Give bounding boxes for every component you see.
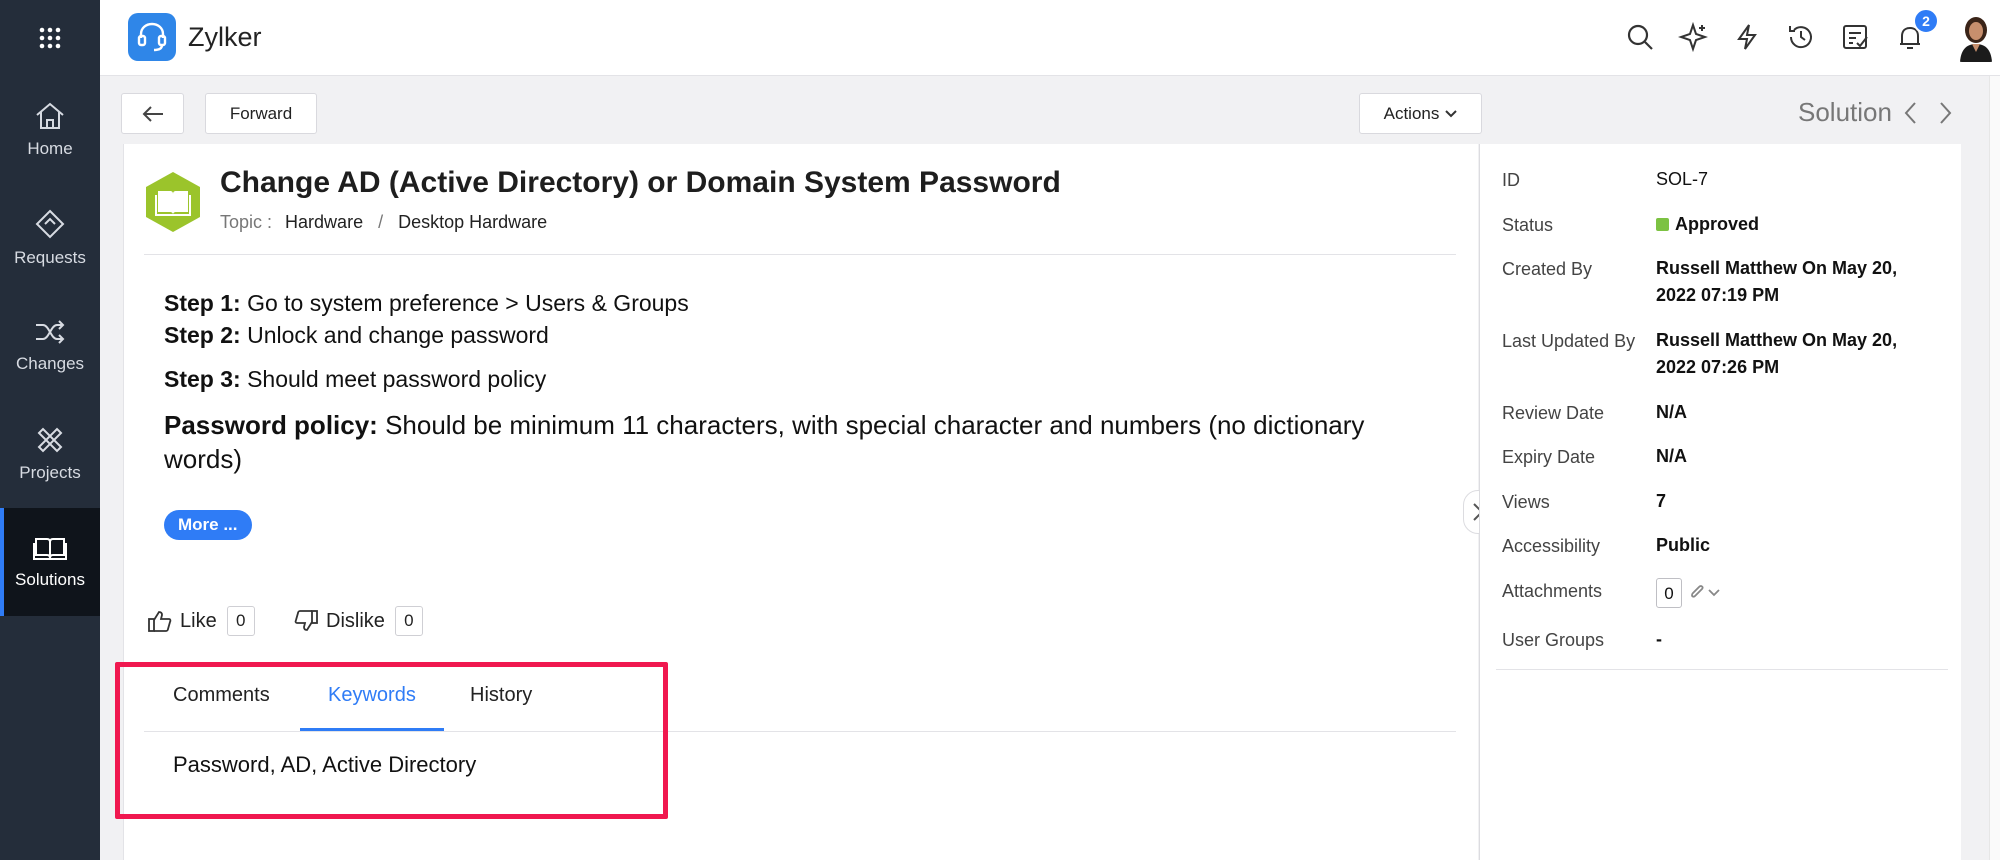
- app-grid-icon[interactable]: [0, 0, 100, 76]
- highlight-box: [115, 662, 668, 819]
- zylker-logo: [128, 13, 176, 61]
- tasks-icon[interactable]: [1840, 22, 1870, 52]
- step-1: Step 1: Go to system preference > Users …: [164, 290, 689, 317]
- top-bar: Zylker 2: [100, 0, 2000, 76]
- chevron-down-icon: [1445, 109, 1458, 117]
- prop-expiry-date-label: Expiry Date: [1502, 447, 1596, 467]
- step-2: Step 2: Unlock and change password: [164, 322, 549, 349]
- arrow-left-icon: [142, 105, 163, 122]
- prop-expiry-date-value: N/A: [1656, 446, 1687, 466]
- nav-item-solutions[interactable]: Solutions: [0, 508, 100, 616]
- nav-item-projects[interactable]: Projects: [0, 400, 100, 508]
- page-scrollbar[interactable]: [1989, 76, 2000, 860]
- actions-dropdown-button[interactable]: Actions: [1359, 93, 1482, 134]
- prop-accessibility-label: Accessibility: [1502, 536, 1601, 556]
- step-3-label: Step 3:: [164, 366, 241, 392]
- home-icon: [36, 102, 64, 129]
- notification-count-badge: 2: [1913, 8, 1939, 34]
- like-count: 0: [226, 606, 255, 636]
- nav-item-changes[interactable]: Changes: [0, 292, 100, 400]
- app-name: Zylker: [188, 22, 262, 52]
- search-icon[interactable]: [1625, 22, 1655, 52]
- prop-views-value: 7: [1656, 491, 1667, 511]
- solutions-icon: [33, 538, 67, 560]
- attachments-count: 0: [1656, 578, 1682, 608]
- prop-review-date-value: N/A: [1656, 402, 1687, 422]
- prop-review-date-label: Review Date: [1502, 403, 1605, 423]
- properties-divider: [1496, 669, 1948, 670]
- nav-label-projects: Projects: [19, 463, 81, 482]
- breadcrumb-separator: /: [378, 212, 384, 232]
- actions-label: Actions: [1383, 103, 1440, 123]
- topic-subcategory[interactable]: Desktop Hardware: [398, 212, 547, 232]
- step-3: Step 3: Should meet password policy: [164, 366, 546, 393]
- policy-label: Password policy:: [164, 410, 378, 440]
- nav-item-requests[interactable]: Requests: [0, 184, 100, 292]
- prop-status-value: Approved: [1656, 211, 1759, 238]
- thumbs-up-icon: [148, 611, 172, 632]
- step-1-label: Step 1:: [164, 290, 241, 316]
- prop-created-by-label: Created By: [1502, 259, 1593, 279]
- header-divider: [144, 254, 1456, 255]
- nav-label-solutions: Solutions: [15, 570, 85, 589]
- properties-panel: ID SOL-7 Status Approved Created By Russ…: [1479, 144, 1961, 860]
- topic-breadcrumb: Topic : Hardware / Desktop Hardware: [220, 212, 547, 233]
- back-button[interactable]: [121, 93, 184, 134]
- status-indicator: [1656, 218, 1669, 231]
- lightning-icon[interactable]: [1732, 22, 1762, 52]
- step-2-text: Unlock and change password: [247, 322, 549, 348]
- prop-attachments-value: 0: [1656, 578, 1720, 608]
- status-text: Approved: [1675, 214, 1760, 234]
- step-3-text: Should meet password policy: [247, 366, 547, 392]
- topic-label: Topic :: [220, 212, 273, 232]
- prop-attachments-label: Attachments: [1502, 581, 1603, 601]
- left-sidebar: Home Requests Changes Projects Solutions: [0, 0, 100, 860]
- step-1-text: Go to system preference > Users & Groups: [247, 290, 689, 316]
- requests-icon: [35, 209, 65, 239]
- prop-status-label: Status: [1502, 215, 1554, 235]
- previous-solution-icon[interactable]: [1901, 100, 1921, 126]
- changes-icon: [36, 320, 65, 344]
- prop-last-updated-label: Last Updated By: [1502, 331, 1636, 351]
- paperclip-icon[interactable]: [1688, 583, 1706, 603]
- solution-book-icon: [146, 172, 200, 232]
- ai-sparkle-icon[interactable]: [1678, 22, 1708, 52]
- prop-last-updated-value: Russell Matthew On May 20, 2022 07:26 PM: [1656, 330, 1898, 377]
- projects-icon: [37, 427, 63, 453]
- nav-label-changes: Changes: [15, 354, 85, 373]
- prop-user-groups-value: -: [1656, 629, 1662, 649]
- user-avatar[interactable]: [1956, 14, 1996, 62]
- more-button[interactable]: More ...: [164, 510, 252, 540]
- nav-item-home[interactable]: Home: [0, 76, 100, 184]
- next-solution-icon[interactable]: [1935, 100, 1955, 126]
- prop-id-value: SOL-7: [1656, 169, 1709, 189]
- dislike-count: 0: [394, 606, 423, 636]
- prop-accessibility-value: Public: [1656, 535, 1711, 555]
- prop-views-label: Views: [1502, 492, 1550, 512]
- step-2-label: Step 2:: [164, 322, 241, 348]
- nav-label-home: Home: [27, 139, 73, 158]
- thumbs-down-icon: [294, 610, 318, 631]
- topic-category[interactable]: Hardware: [285, 212, 363, 232]
- like-label: Like: [180, 609, 217, 632]
- history-icon[interactable]: [1786, 22, 1816, 52]
- prop-id-label: ID: [1502, 170, 1520, 190]
- solution-title: Change AD (Active Directory) or Domain S…: [220, 166, 1061, 199]
- section-title: Solution: [1798, 97, 1892, 127]
- forward-button[interactable]: Forward: [205, 93, 317, 134]
- password-policy: Password policy: Should be minimum 11 ch…: [164, 408, 1404, 476]
- prop-user-groups-label: User Groups: [1502, 630, 1605, 650]
- dislike-label: Dislike: [326, 609, 385, 632]
- like-button[interactable]: Like 0: [148, 606, 255, 636]
- nav-label-requests: Requests: [14, 248, 86, 267]
- dislike-button[interactable]: Dislike 0: [294, 606, 423, 636]
- prop-created-by-value: Russell Matthew On May 20, 2022 07:19 PM: [1656, 258, 1898, 305]
- attachments-dropdown-icon[interactable]: [1708, 589, 1720, 597]
